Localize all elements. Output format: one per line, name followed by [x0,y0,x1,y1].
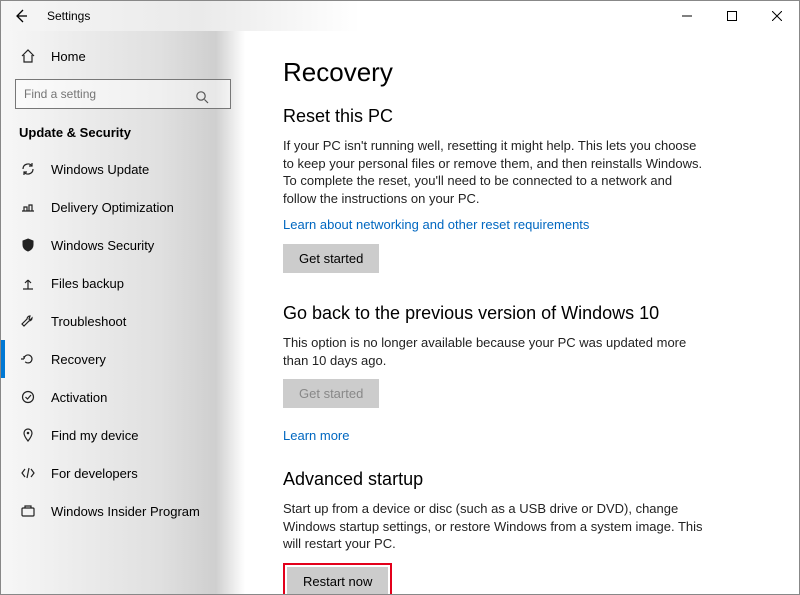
sidebar-item-label: Windows Insider Program [51,504,200,519]
sidebar-item-label: Recovery [51,352,106,367]
goback-learn-more-link[interactable]: Learn more [283,428,349,443]
title-bar: Settings [1,1,799,31]
sync-icon [19,160,37,178]
sidebar-item-files-backup[interactable]: Files backup [1,264,245,302]
wrench-icon [19,312,37,330]
sidebar-item-label: Troubleshoot [51,314,126,329]
home-button[interactable]: Home [1,37,245,75]
sidebar-item-label: Windows Security [51,238,154,253]
goback-get-started-button: Get started [283,379,379,408]
location-icon [19,426,37,444]
reset-learn-link[interactable]: Learn about networking and other reset r… [283,217,589,232]
reset-heading: Reset this PC [283,106,767,127]
sidebar-item-activation[interactable]: Activation [1,378,245,416]
sidebar-item-windows-security[interactable]: Windows Security [1,226,245,264]
activation-icon [19,388,37,406]
recovery-icon [19,350,37,368]
window-title: Settings [47,9,90,23]
restart-now-highlight: Restart now [283,563,392,594]
delivery-icon [19,198,37,216]
restart-now-button[interactable]: Restart now [287,567,388,594]
main-content: Recovery Reset this PC If your PC isn't … [245,31,799,594]
sidebar-item-delivery-optimization[interactable]: Delivery Optimization [1,188,245,226]
goback-body: This option is no longer available becau… [283,334,703,369]
sidebar-category: Update & Security [1,119,245,150]
goback-heading: Go back to the previous version of Windo… [283,303,767,324]
sidebar-item-label: Windows Update [51,162,149,177]
sidebar-item-recovery[interactable]: Recovery [1,340,245,378]
sidebar-item-label: Files backup [51,276,124,291]
close-button[interactable] [754,1,799,31]
home-label: Home [51,49,86,64]
developer-icon [19,464,37,482]
sidebar-item-find-my-device[interactable]: Find my device [1,416,245,454]
back-button[interactable] [9,4,33,28]
section-advanced-startup: Advanced startup Start up from a device … [283,469,767,594]
home-icon [19,47,37,65]
sidebar: Home Update & Security Windows Update De… [1,31,245,594]
sidebar-item-label: Delivery Optimization [51,200,174,215]
sidebar-item-insider-program[interactable]: Windows Insider Program [1,492,245,530]
sidebar-item-label: For developers [51,466,138,481]
section-reset-pc: Reset this PC If your PC isn't running w… [283,106,767,293]
page-title: Recovery [283,57,767,88]
backup-icon [19,274,37,292]
advanced-heading: Advanced startup [283,469,767,490]
sidebar-item-label: Find my device [51,428,138,443]
reset-body: If your PC isn't running well, resetting… [283,137,703,207]
sidebar-item-troubleshoot[interactable]: Troubleshoot [1,302,245,340]
reset-get-started-button[interactable]: Get started [283,244,379,273]
sidebar-item-windows-update[interactable]: Windows Update [1,150,245,188]
shield-icon [19,236,37,254]
sidebar-item-for-developers[interactable]: For developers [1,454,245,492]
advanced-body: Start up from a device or disc (such as … [283,500,703,553]
section-go-back: Go back to the previous version of Windo… [283,303,767,455]
search-input[interactable] [15,79,231,109]
insider-icon [19,502,37,520]
minimize-button[interactable] [664,1,709,31]
back-arrow-icon [13,8,29,24]
sidebar-item-label: Activation [51,390,107,405]
maximize-button[interactable] [709,1,754,31]
